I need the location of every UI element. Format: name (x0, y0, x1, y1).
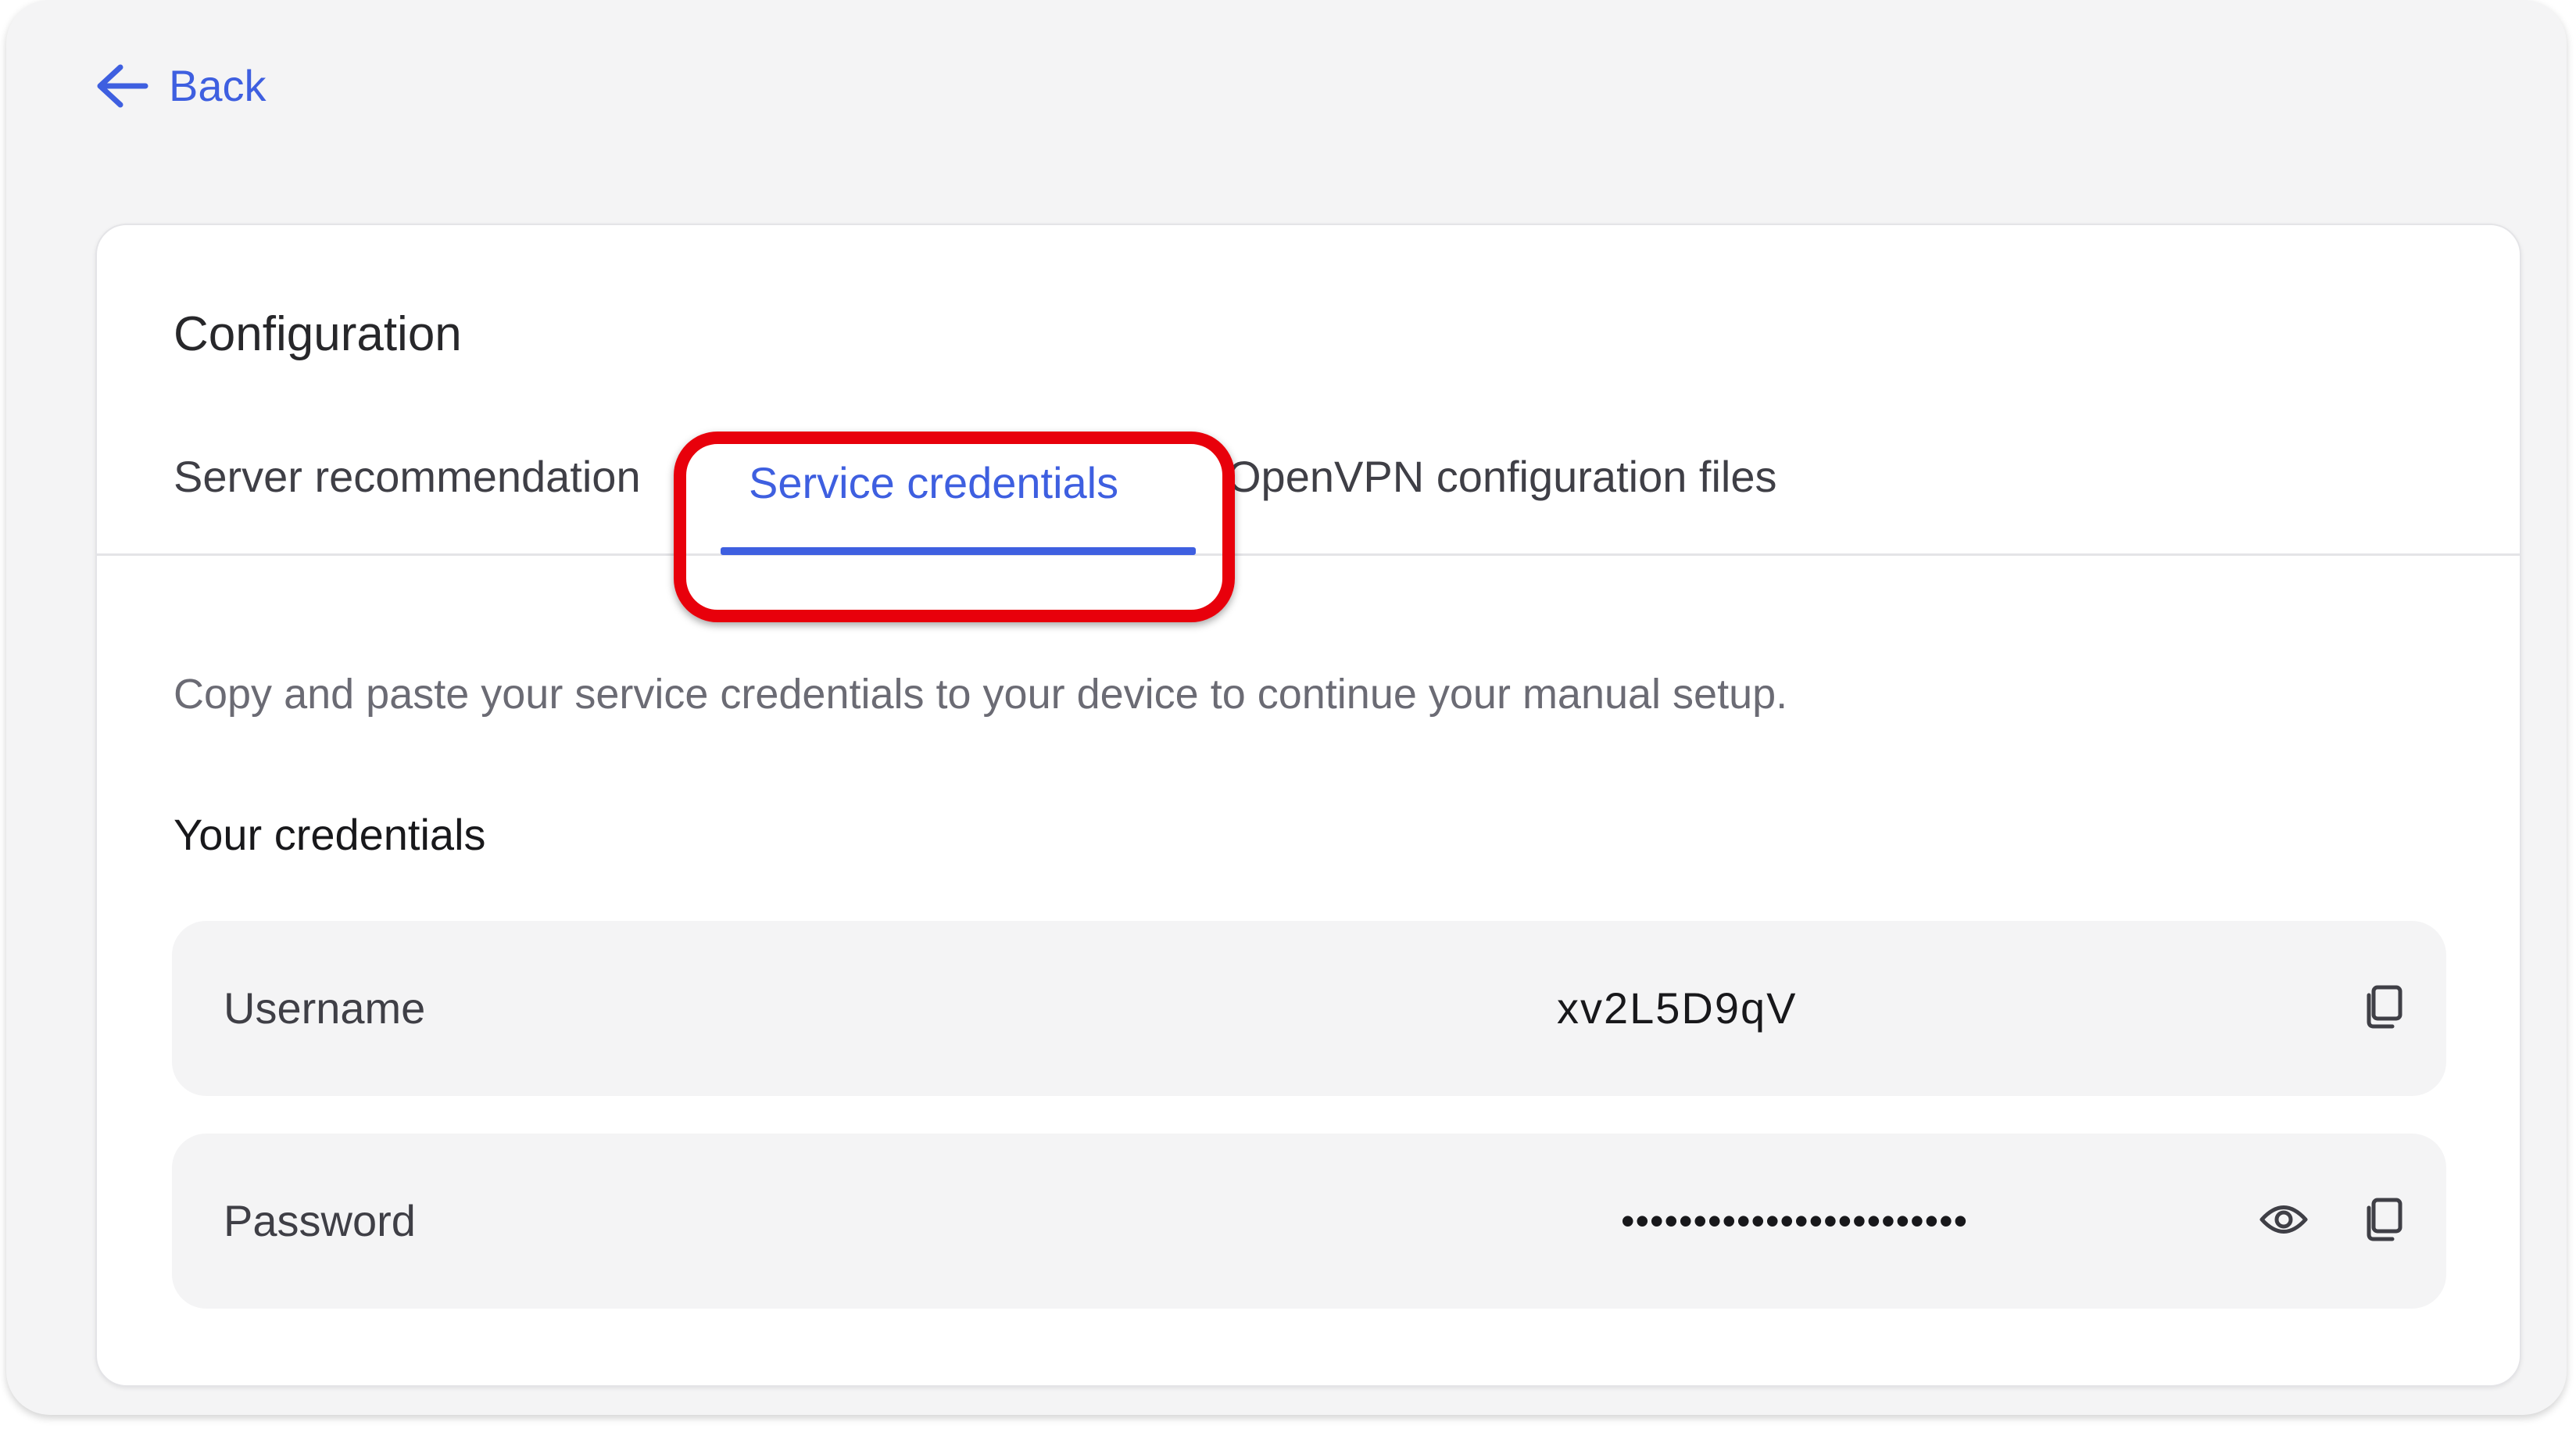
show-password-button[interactable] (2251, 1188, 2317, 1254)
copy-password-button[interactable] (2351, 1188, 2417, 1254)
credentials-heading: Your credentials (174, 810, 486, 859)
arrow-left-icon (94, 63, 148, 109)
tab-bar: Server recommendation Service credential… (97, 413, 2520, 556)
configuration-card: Configuration Server recommendation Serv… (95, 224, 2521, 1387)
username-value[interactable]: xv2L5D9qV (1557, 921, 1799, 1096)
card-title: Configuration (174, 307, 462, 361)
password-row: Password •••••••••••••••••••••••• (172, 1134, 2446, 1309)
tab-service-credentials[interactable]: Service credentials (749, 413, 1118, 553)
back-link[interactable]: Back (94, 55, 267, 117)
copy-icon (2363, 984, 2405, 1033)
password-label: Password (224, 1196, 416, 1245)
tab-server-recommendation[interactable]: Server recommendation (174, 406, 641, 547)
password-value[interactable]: •••••••••••••••••••••••• (1621, 1134, 2191, 1309)
copy-icon (2363, 1197, 2405, 1246)
back-label: Back (169, 61, 267, 110)
copy-username-button[interactable] (2351, 976, 2417, 1041)
app-window: Back Configuration Server recommendation… (6, 0, 2567, 1415)
eye-icon (2259, 1202, 2309, 1241)
username-label: Username (224, 983, 426, 1033)
active-tab-indicator (721, 547, 1196, 555)
username-row: Username xv2L5D9qV (172, 921, 2446, 1096)
tab-openvpn-configuration-files[interactable]: OpenVPN configuration files (1227, 406, 1777, 547)
instructions-text: Copy and paste your service credentials … (174, 671, 1788, 718)
